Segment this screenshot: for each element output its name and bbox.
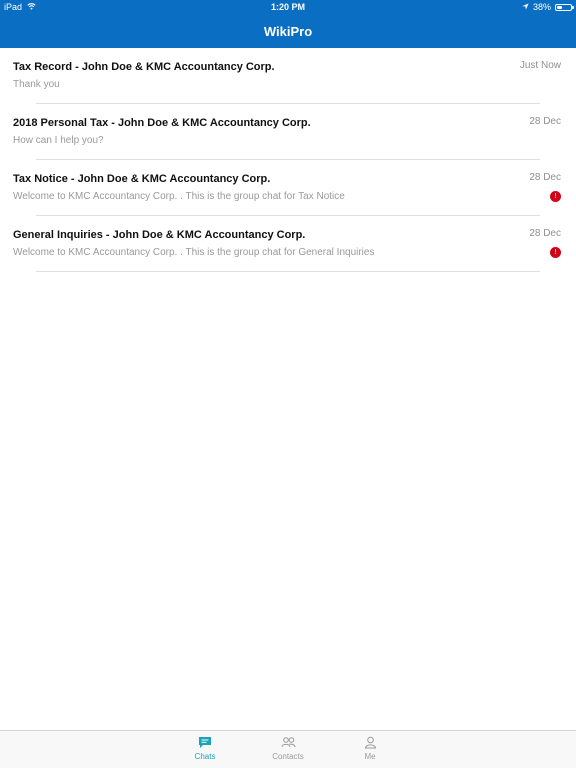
status-bar: iPad 1:20 PM 38% (0, 0, 576, 15)
top-bar: iPad 1:20 PM 38% WikiPro (0, 0, 576, 48)
unread-badge: ! (550, 191, 561, 202)
chat-bubble-icon (199, 737, 211, 748)
chat-time: Just Now (519, 60, 561, 71)
chat-preview: Welcome to KMC Accountancy Corp. . This … (13, 247, 375, 258)
status-time: 1:20 PM (270, 2, 305, 12)
chat-title: 2018 Personal Tax - John Doe & KMC Accou… (13, 117, 311, 129)
unread-badge: ! (550, 247, 561, 258)
person-icon (364, 736, 376, 749)
chat-preview: Welcome to KMC Accountancy Corp. . This … (13, 191, 345, 202)
location-arrow-icon (522, 0, 529, 15)
battery-fill (557, 6, 562, 9)
chat-title: General Inquiries - John Doe & KMC Accou… (13, 229, 306, 241)
battery-icon (555, 4, 574, 11)
tab-me[interactable]: Me (340, 736, 400, 761)
tab-chats-label: Chats (194, 752, 216, 761)
chat-item-general-inquiries[interactable]: General Inquiries - John Doe & KMC Accou… (0, 216, 576, 272)
tab-contacts-label: Contacts (272, 752, 304, 761)
chat-item-tax-notice[interactable]: Tax Notice - John Doe & KMC Accountancy … (0, 160, 576, 216)
chat-time: 28 Dec (529, 116, 561, 127)
tab-chats[interactable]: Chats (175, 736, 235, 761)
chat-item-personal-tax[interactable]: 2018 Personal Tax - John Doe & KMC Accou… (0, 104, 576, 160)
chat-preview: Thank you (13, 79, 60, 90)
status-right: 38% (522, 0, 574, 15)
chat-list: Tax Record - John Doe & KMC Accountancy … (0, 48, 576, 272)
chat-title: Tax Record - John Doe & KMC Accountancy … (13, 61, 275, 73)
battery-percent: 38% (532, 2, 551, 12)
people-icon (281, 737, 295, 748)
chat-item-tax-record[interactable]: Tax Record - John Doe & KMC Accountancy … (0, 48, 576, 104)
chat-preview: How can I help you? (13, 135, 104, 146)
tab-me-label: Me (364, 752, 376, 761)
chat-title: Tax Notice - John Doe & KMC Accountancy … (13, 173, 271, 185)
chat-time: 28 Dec (529, 228, 561, 239)
page-title: WikiPro (263, 24, 313, 39)
tab-bar: Chats Contacts Me (0, 730, 576, 768)
tab-contacts[interactable]: Contacts (258, 736, 318, 761)
chat-time: 28 Dec (529, 172, 561, 183)
